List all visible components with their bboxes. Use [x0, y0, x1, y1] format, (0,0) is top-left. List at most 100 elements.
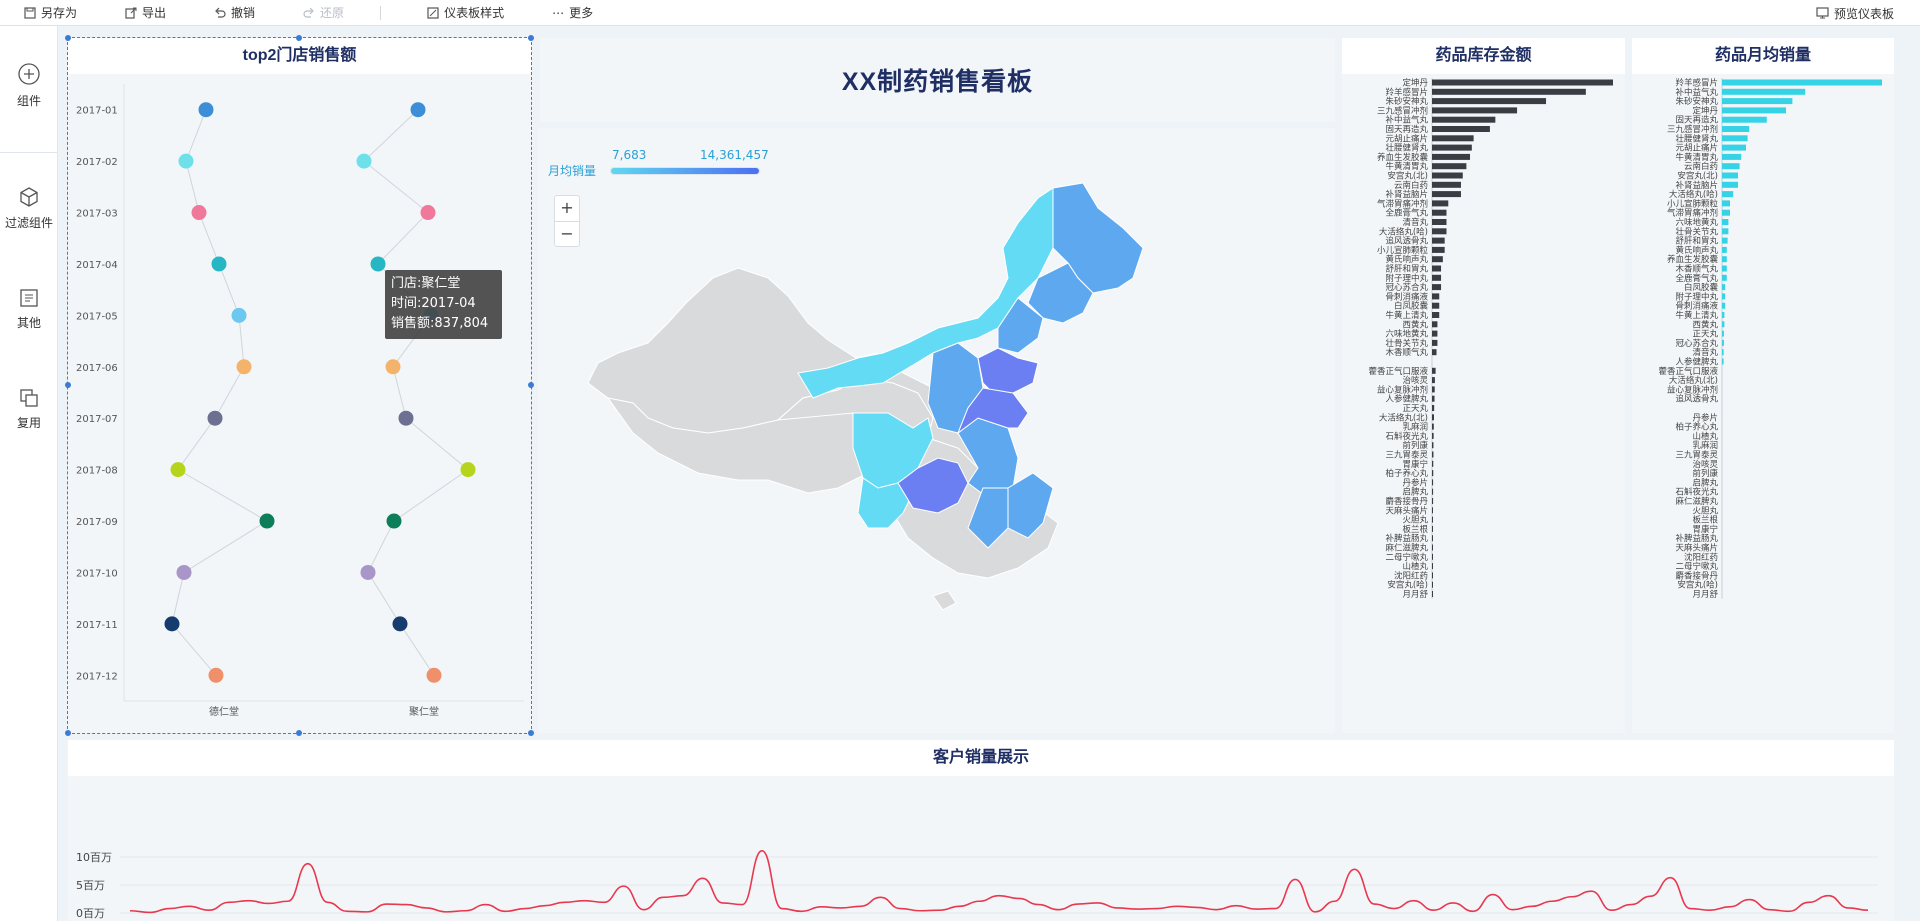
- scatter-point: [198, 102, 214, 118]
- y-tick-label: 2017-03: [76, 209, 118, 220]
- resize-handle-tm[interactable]: [296, 35, 302, 41]
- palette-icon: [427, 6, 439, 19]
- bar: [1432, 293, 1440, 300]
- copy-icon: [20, 389, 38, 407]
- rail-label-other: 其他: [16, 316, 41, 330]
- bar: [1722, 302, 1726, 309]
- undo-label: 撤销: [231, 6, 256, 20]
- toolbar-divider: [380, 5, 382, 20]
- scatter-point: [259, 513, 275, 529]
- bar: [1722, 321, 1725, 328]
- rail-label-components: 组件: [16, 94, 41, 108]
- bar: [1432, 386, 1435, 393]
- tooltip-time: 时间:2017-04: [391, 296, 476, 311]
- bar: [1432, 423, 1434, 430]
- y-tick-label: 10百万: [76, 851, 112, 864]
- bar: [1432, 209, 1447, 216]
- inventory-bar-chart: 定坤丹羚羊感冒片朱砂安神丸三九感冒冲剂补中益气丸固天再造丸元胡止痛片壮腰健肾丸养…: [1368, 78, 1613, 600]
- bar: [1722, 293, 1726, 300]
- resize-handle-tl[interactable]: [65, 35, 71, 41]
- bar: [1722, 246, 1727, 253]
- scatter-point: [360, 564, 376, 580]
- customer-line-chart: 0百万 5百万 10百万: [76, 850, 1878, 920]
- redo-button[interactable]: 还原: [289, 0, 358, 26]
- bar: [1722, 126, 1750, 132]
- save-as-button[interactable]: 另存为: [0, 0, 91, 26]
- more-button[interactable]: ⋯ 更多: [538, 0, 607, 26]
- bar-label: 月月舒: [1402, 589, 1428, 600]
- resize-handle-mr[interactable]: [528, 382, 534, 388]
- rail-item-other[interactable]: 其他: [0, 288, 58, 331]
- save-as-label: 另存为: [41, 6, 78, 20]
- bar: [1722, 274, 1727, 281]
- bar: [1432, 572, 1433, 579]
- rail-item-reuse[interactable]: 复用: [0, 388, 58, 431]
- bar: [1722, 339, 1724, 346]
- resize-handle-br[interactable]: [528, 730, 534, 736]
- scatter-point: [170, 462, 186, 478]
- bar: [1722, 172, 1738, 179]
- bar: [1722, 265, 1727, 272]
- bar: [1432, 256, 1443, 263]
- resize-handle-ml[interactable]: [65, 382, 71, 388]
- bar-label: 木香顺气丸: [1385, 347, 1428, 358]
- bar: [1432, 460, 1434, 467]
- resize-handle-bm[interactable]: [296, 730, 302, 736]
- bar: [1722, 237, 1728, 244]
- scatter-point: [385, 359, 401, 375]
- resize-handle-tr[interactable]: [528, 35, 534, 41]
- rail-item-components[interactable]: 组件: [0, 62, 58, 109]
- map-region-shandong: [977, 347, 1039, 394]
- scatter-point: [386, 513, 402, 529]
- scatter-point: [176, 564, 192, 580]
- bar: [1722, 358, 1724, 365]
- bar: [1722, 219, 1729, 225]
- bar: [1432, 563, 1433, 570]
- dashboard-style-button[interactable]: 仪表板样式: [413, 0, 518, 26]
- store-sales-panel[interactable]: top2门店销售额 2017-01 2017-02 2017-03 2017-04 20…: [65, 35, 534, 736]
- bar: [1722, 107, 1786, 114]
- y-tick-label: 2017-06: [76, 363, 118, 374]
- bar: [1722, 209, 1730, 216]
- bar: [1432, 498, 1434, 504]
- monthly-sales-panel: 药品月均销量 羚羊感冒片 补中益气丸 朱砂安神丸 定坤丹 固天再造丸 三九感冒冲剂 壮腰健肾…: [1632, 38, 1894, 733]
- scatter-point: [392, 616, 408, 632]
- cube-icon: [20, 187, 38, 207]
- bar: [1432, 153, 1471, 160]
- y-tick-label: 2017-12: [76, 671, 118, 682]
- preview-dashboard-button[interactable]: 预览仪表板: [1802, 0, 1908, 26]
- store-panel-title: top2门店销售额: [68, 38, 531, 74]
- bar: [1432, 88, 1586, 95]
- bar: [1432, 135, 1474, 142]
- bar: [1432, 442, 1434, 449]
- bar: [1722, 88, 1806, 95]
- y-tick-label: 2017-04: [76, 260, 118, 271]
- bar: [1432, 553, 1433, 560]
- undo-button[interactable]: 撤销: [200, 0, 269, 26]
- export-button[interactable]: 导出: [111, 0, 180, 26]
- export-icon: [125, 7, 137, 19]
- resize-handle-bl[interactable]: [65, 730, 71, 736]
- bar: [1432, 228, 1447, 235]
- bar: [1722, 79, 1882, 86]
- redo-icon: [303, 7, 314, 18]
- bar: [1432, 479, 1434, 486]
- y-tick-label: 5百万: [76, 879, 105, 892]
- rail-item-filter-components[interactable]: 过滤组件: [0, 186, 58, 231]
- scatter-point: [211, 256, 227, 272]
- plot-background: [124, 84, 524, 701]
- scatter-point: [207, 410, 223, 426]
- bar: [1432, 516, 1433, 523]
- bar: [1432, 107, 1518, 114]
- tooltip-store: 门店:聚仁堂: [391, 276, 461, 291]
- monthly-bar-chart: 羚羊感冒片补中益气丸朱砂安神丸定坤丹固天再造丸三九感冒冲剂壮腰健肾丸元胡止痛片牛…: [1658, 78, 1882, 600]
- bar: [1432, 181, 1461, 188]
- scatter-point: [460, 462, 476, 478]
- y-tick-label: 2017-05: [76, 311, 118, 322]
- bar: [1722, 191, 1734, 198]
- dashboard-style-label: 仪表板样式: [444, 6, 505, 20]
- scatter-point: [426, 667, 442, 683]
- bar: [1722, 116, 1767, 123]
- bar: [1722, 284, 1726, 291]
- bar: [1432, 581, 1433, 588]
